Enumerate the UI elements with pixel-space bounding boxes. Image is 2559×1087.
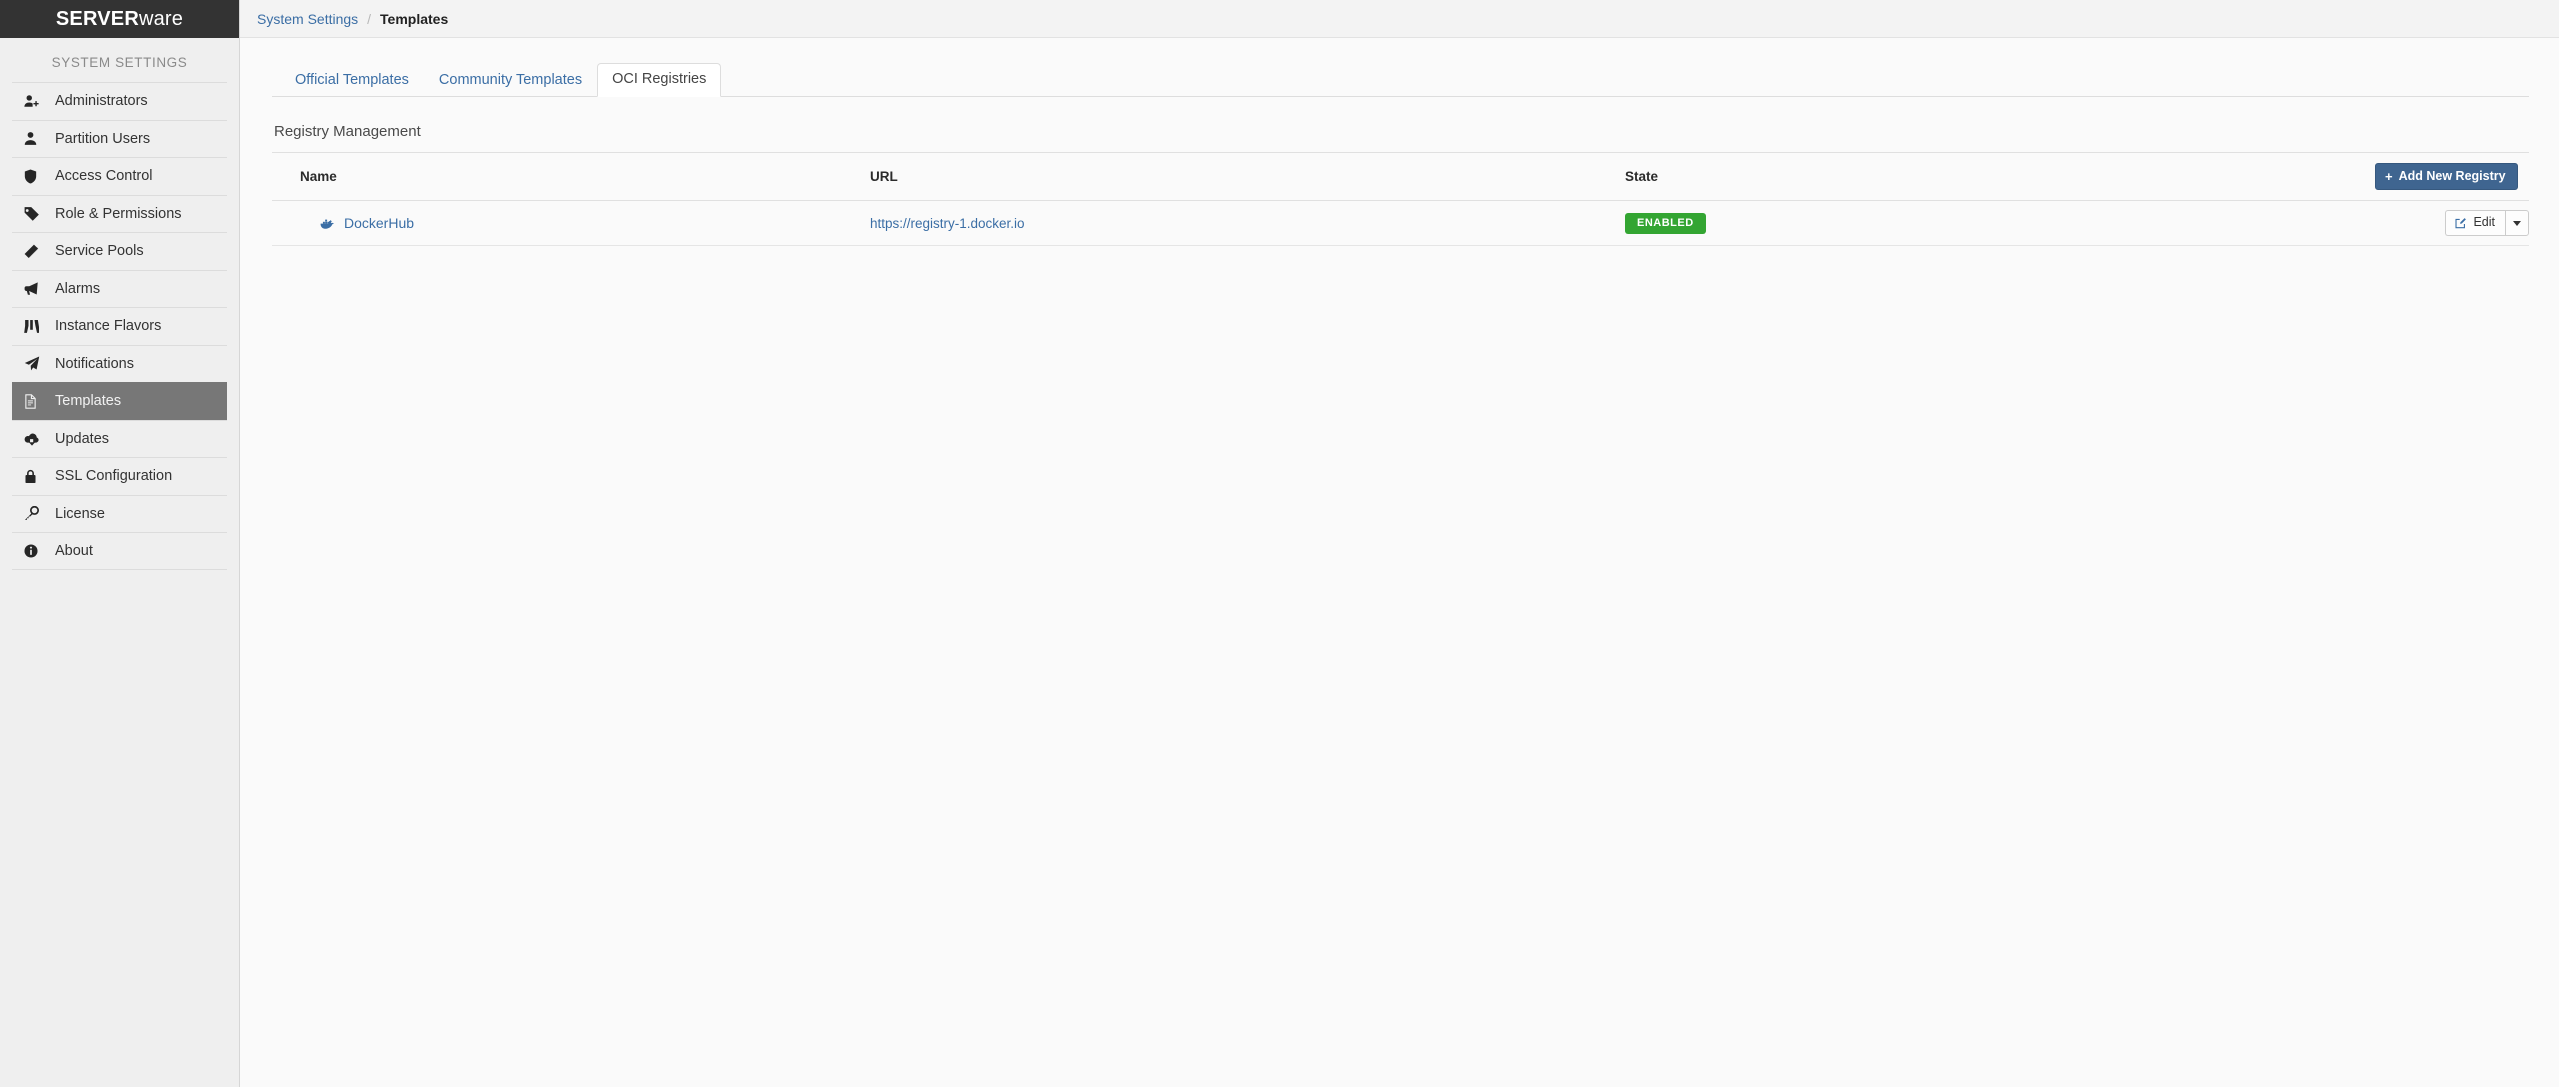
- cell-state: ENABLED: [1617, 200, 2367, 246]
- user-plus-icon: [24, 94, 46, 109]
- registry-name-link[interactable]: DockerHub: [344, 215, 414, 231]
- tab-oci-registries[interactable]: OCI Registries: [597, 63, 722, 97]
- main-area: System Settings / Templates Official Tem…: [240, 0, 2559, 1087]
- sidebar-item-notifications[interactable]: Notifications: [12, 344, 227, 383]
- sidebar-item-administrators[interactable]: Administrators: [12, 82, 227, 120]
- column-header-actions: + Add New Registry: [2367, 152, 2529, 201]
- breadcrumb: System Settings / Templates: [240, 0, 2559, 38]
- content-area: Official Templates Community Templates O…: [240, 38, 2559, 1087]
- sidebar-item-label: Templates: [55, 393, 122, 410]
- cell-url: https://registry-1.docker.io: [862, 200, 1617, 246]
- breadcrumb-current-templates: Templates: [380, 10, 449, 27]
- cloud-download-icon: [24, 432, 46, 446]
- pencil-icon: [2455, 217, 2467, 229]
- binoculars-icon: [24, 319, 46, 334]
- plus-icon: +: [2385, 168, 2393, 184]
- table-head: Name URL State + Add New Registry: [272, 152, 2529, 201]
- tag-icon: [24, 206, 46, 221]
- sidebar-item-label: Administrators: [55, 93, 148, 110]
- sidebar-item-alarms[interactable]: Alarms: [12, 269, 227, 308]
- sidebar-item-label: Notifications: [55, 355, 134, 372]
- sidebar-item-role-permissions[interactable]: Role & Permissions: [12, 194, 227, 233]
- bullhorn-icon: [24, 281, 46, 296]
- sidebar-item-updates[interactable]: Updates: [12, 419, 227, 458]
- sidebar-item-partition-users[interactable]: Partition Users: [12, 119, 227, 158]
- breadcrumb-separator: /: [367, 10, 372, 27]
- app-root: SERVER ware SYSTEM SETTINGS Administrator…: [0, 0, 2559, 1087]
- sidebar: SERVER ware SYSTEM SETTINGS Administrator…: [0, 0, 240, 1087]
- sidebar-item-templates[interactable]: Templates: [12, 382, 227, 420]
- edit-button-group: Edit: [2445, 210, 2529, 236]
- registry-url-link[interactable]: https://registry-1.docker.io: [870, 216, 1025, 231]
- sidebar-item-service-pools[interactable]: Service Pools: [12, 232, 227, 270]
- column-header-url: URL: [862, 152, 1617, 201]
- sidebar-item-label: Updates: [55, 430, 110, 447]
- brand-logo[interactable]: SERVER ware: [0, 0, 239, 38]
- edit-button[interactable]: Edit: [2445, 210, 2505, 236]
- sidebar-nav: Administrators Partition Users Access Co…: [12, 82, 227, 570]
- edit-button-label: Edit: [2473, 215, 2495, 229]
- column-header-state: State: [1617, 152, 2367, 201]
- sidebar-item-label: About: [55, 542, 93, 559]
- paper-plane-icon: [24, 356, 46, 371]
- sidebar-item-label: License: [55, 505, 105, 522]
- chevron-down-icon: [2513, 220, 2521, 226]
- key-icon: [24, 506, 46, 521]
- status-badge: ENABLED: [1625, 212, 1706, 234]
- table-row[interactable]: DockerHub https://registry-1.docker.io E…: [272, 200, 2529, 246]
- brand-name-light: ware: [138, 7, 184, 30]
- column-header-name: Name: [272, 152, 862, 201]
- shield-icon: [24, 169, 46, 184]
- sidebar-item-label: SSL Configuration: [55, 468, 173, 485]
- info-circle-icon: [24, 544, 46, 558]
- registry-panel: Registry Management Name URL State + Add…: [272, 97, 2529, 246]
- sidebar-item-label: Alarms: [55, 280, 101, 297]
- tab-community-templates[interactable]: Community Templates: [424, 64, 597, 97]
- tab-bar: Official Templates Community Templates O…: [272, 63, 2529, 97]
- sidebar-item-label: Role & Permissions: [55, 205, 182, 222]
- table-body: DockerHub https://registry-1.docker.io E…: [272, 200, 2529, 246]
- sidebar-item-license[interactable]: License: [12, 494, 227, 533]
- sidebar-item-label: Access Control: [55, 168, 153, 185]
- tab-official-templates[interactable]: Official Templates: [280, 64, 424, 97]
- table-header-row: Name URL State + Add New Registry: [272, 152, 2529, 201]
- cell-actions: Edit: [2367, 200, 2529, 246]
- edit-dropdown-toggle[interactable]: [2505, 210, 2529, 236]
- sidebar-item-label: Instance Flavors: [55, 318, 162, 335]
- layers-icon: [24, 244, 46, 259]
- add-new-registry-label: Add New Registry: [2398, 169, 2506, 183]
- brand-name-strong: SERVER: [55, 7, 139, 30]
- file-text-icon: [24, 394, 46, 409]
- sidebar-item-label: Service Pools: [55, 243, 144, 260]
- sidebar-item-label: Partition Users: [55, 130, 151, 147]
- sidebar-section-title: SYSTEM SETTINGS: [51, 55, 188, 70]
- registry-table-wrapper: Name URL State + Add New Registry Docker…: [272, 152, 2529, 246]
- sidebar-item-about[interactable]: About: [12, 532, 227, 570]
- panel-title: Registry Management: [274, 123, 421, 140]
- add-new-registry-button[interactable]: + Add New Registry: [2375, 163, 2518, 190]
- registry-table: Name URL State + Add New Registry Docker…: [272, 152, 2529, 246]
- user-icon: [24, 131, 46, 146]
- docker-icon: [320, 217, 334, 229]
- sidebar-item-ssl-configuration[interactable]: SSL Configuration: [12, 457, 227, 495]
- lock-icon: [24, 469, 46, 484]
- cell-name: DockerHub: [272, 200, 862, 246]
- breadcrumb-link-system-settings[interactable]: System Settings: [257, 11, 358, 27]
- sidebar-item-instance-flavors[interactable]: Instance Flavors: [12, 307, 227, 345]
- sidebar-item-access-control[interactable]: Access Control: [12, 157, 227, 195]
